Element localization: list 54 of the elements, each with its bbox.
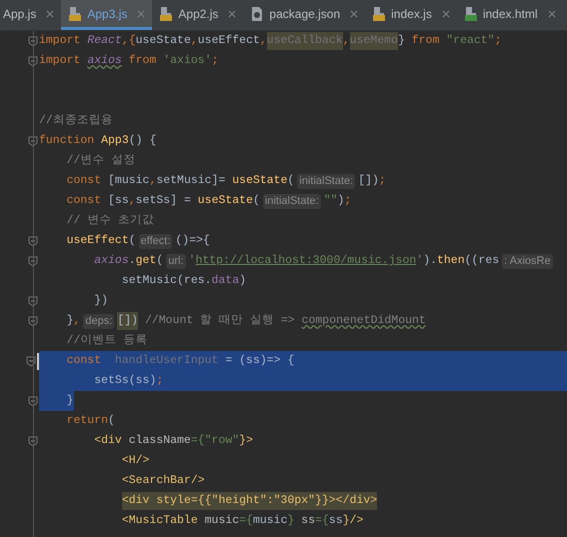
code-line: }, deps: []) //Mount 할 때만 실행 => componenetDidMount bbox=[39, 312, 426, 330]
code-line: //이벤트 등록 bbox=[66, 333, 148, 350]
parameter-hint: initialState: bbox=[262, 194, 321, 208]
tab-label: App.js bbox=[3, 6, 36, 22]
code-line: //최종조립용 bbox=[39, 113, 113, 130]
javascript-file-icon bbox=[372, 6, 386, 22]
close-icon[interactable] bbox=[442, 10, 450, 18]
parameter-hint: url: bbox=[166, 254, 186, 268]
code-line: const handleUserInput = (ss)=> { bbox=[66, 353, 294, 370]
close-icon[interactable] bbox=[228, 10, 236, 18]
code-line: setSs(ss); bbox=[93, 373, 164, 390]
parameter-hint: deps: bbox=[83, 314, 114, 328]
close-icon[interactable] bbox=[548, 10, 556, 18]
code-line: setMusic(res.data) bbox=[120, 273, 246, 290]
tab-label: package.json bbox=[269, 6, 340, 22]
file-tab[interactable]: package.json bbox=[243, 0, 366, 30]
close-icon[interactable] bbox=[46, 10, 54, 18]
tab-label: App2.js bbox=[178, 6, 218, 22]
settings-file-icon bbox=[250, 6, 264, 22]
file-tab[interactable]: App3.js bbox=[61, 0, 152, 30]
code-line: import React,{useState,useEffect,useCallback,useMemo} from "react"; bbox=[39, 32, 502, 50]
highlighted-code: []) bbox=[117, 312, 138, 330]
tab-label: App3.js bbox=[87, 6, 128, 22]
code-line: const [music,setMusic]= useState( initialState: []); bbox=[66, 172, 386, 190]
javascript-file-icon bbox=[159, 6, 174, 22]
code-line: <div className={"row"}> bbox=[93, 433, 253, 450]
parameter-hint: : AxiosRe bbox=[502, 254, 553, 268]
file-tab[interactable]: index.html bbox=[456, 0, 563, 30]
code-line: useEffect( effect: ()=>{ bbox=[66, 232, 210, 250]
code-line: //변수 설정 bbox=[66, 153, 136, 170]
file-tab[interactable]: index.js bbox=[365, 0, 457, 30]
javascript-file-icon bbox=[68, 6, 82, 22]
code-line: <MusicTable music={music} ss={ss}/> bbox=[120, 513, 364, 530]
code-line: return( bbox=[66, 413, 115, 430]
code-line: function App3() { bbox=[39, 133, 156, 150]
code-line: const [ss,setSs] = useState( initialState: ""); bbox=[66, 192, 352, 210]
code-line: // 변수 초기값 bbox=[66, 213, 154, 230]
html-file-icon bbox=[464, 6, 478, 22]
highlighted-code: <div style={{"height":"30px"}}></div> bbox=[122, 492, 378, 510]
code-line: <SearchBar/> bbox=[120, 473, 205, 490]
highlighted-code: useCallback bbox=[266, 32, 343, 50]
tab-label: index.js bbox=[391, 6, 432, 22]
code-line: <H/> bbox=[120, 453, 150, 470]
parameter-hint: effect: bbox=[138, 234, 172, 248]
file-tab[interactable]: App.js bbox=[0, 0, 62, 30]
close-icon[interactable] bbox=[350, 10, 358, 18]
highlighted-code: useMemo bbox=[350, 32, 398, 50]
parameter-hint: initialState: bbox=[297, 174, 356, 188]
code-line: import axios from 'axios'; bbox=[39, 53, 218, 70]
code-line: }) bbox=[93, 293, 108, 310]
selected-code: } bbox=[39, 391, 74, 411]
tab-label: index.html bbox=[482, 6, 538, 22]
code-line: axios.get( url: 'http://localhost:3000/music.json').then((res : AxiosRe bbox=[93, 252, 554, 270]
file-tab[interactable]: App2.js bbox=[152, 0, 244, 30]
